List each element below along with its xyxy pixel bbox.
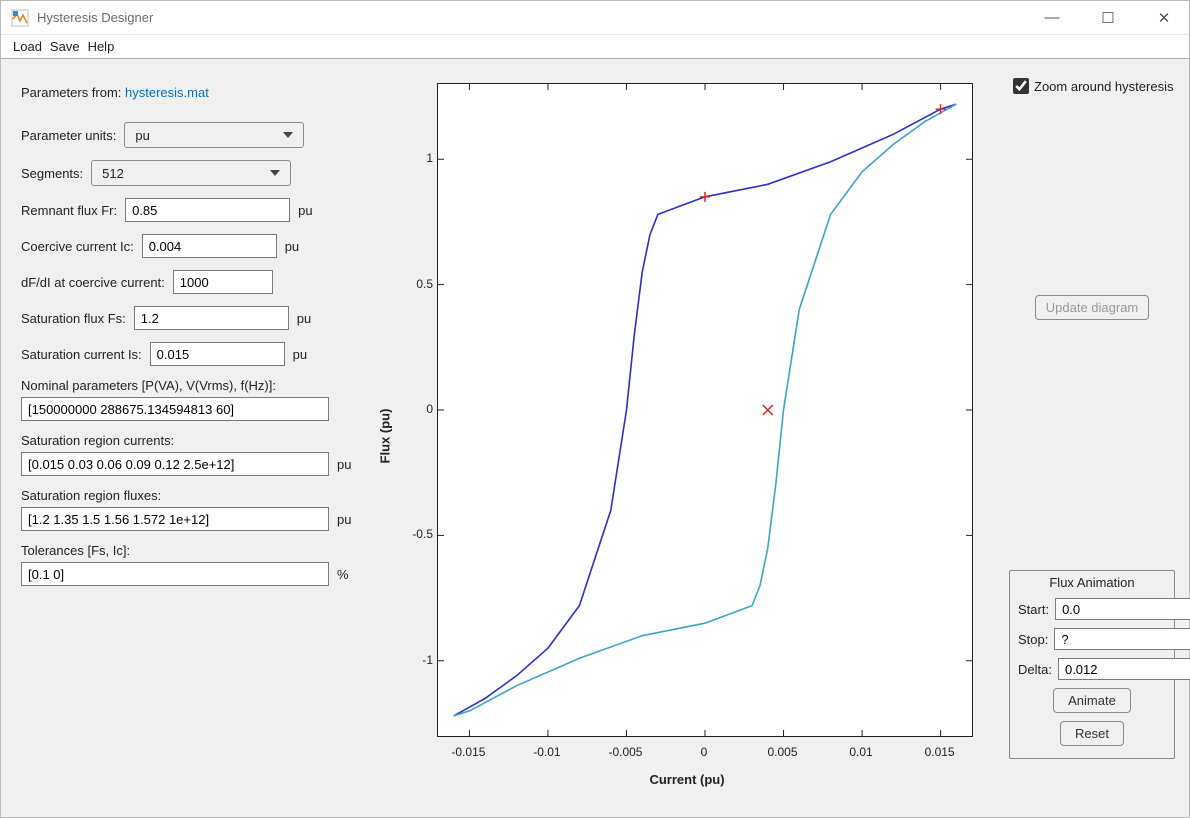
is-row: Saturation current Is: pu [21, 342, 363, 366]
fs-unit: pu [297, 311, 321, 326]
flux-animation-panel: Flux Animation Start: Stop: Delta: Anima… [1009, 570, 1175, 759]
nominal-row: Nominal parameters [P(VA), V(Vrms), f(Hz… [21, 378, 363, 421]
workarea: Parameters from: hysteresis.mat Paramete… [1, 59, 1189, 817]
window-title: Hysteresis Designer [37, 10, 1037, 25]
units-value: pu [135, 128, 149, 143]
delta-label: Delta: [1018, 662, 1052, 677]
is-label: Saturation current Is: [21, 347, 142, 362]
sat-f-unit: pu [337, 512, 361, 527]
units-select[interactable]: pu [124, 122, 304, 148]
fr-row: Remnant flux Fr: pu [21, 198, 363, 222]
y-tick: -1 [403, 653, 433, 667]
dfdi-row: dF/dI at coercive current: [21, 270, 363, 294]
menu-load[interactable]: Load [11, 39, 44, 54]
ic-unit: pu [285, 239, 309, 254]
stop-label: Stop: [1018, 632, 1048, 647]
x-tick: -0.01 [533, 745, 560, 759]
nominal-label: Nominal parameters [P(VA), V(Vrms), f(Hz… [21, 378, 363, 393]
tol-label: Tolerances [Fs, Ic]: [21, 543, 363, 558]
x-tick: 0.015 [925, 745, 955, 759]
x-tick: -0.005 [608, 745, 642, 759]
maximize-button[interactable]: ☐ [1093, 9, 1123, 27]
hysteresis-curve [438, 84, 972, 736]
y-tick: 0.5 [403, 277, 433, 291]
plot-area: Flux (pu) Current (pu) -0.015 -0.01 -0.005… [379, 73, 995, 799]
delta-input[interactable] [1058, 658, 1190, 680]
fs-input[interactable] [134, 306, 289, 330]
is-input[interactable] [150, 342, 285, 366]
x-tick: -0.015 [451, 745, 485, 759]
x-axis-label: Current (pu) [649, 772, 724, 787]
dfdi-label: dF/dI at coercive current: [21, 275, 165, 290]
menubar: Load Save Help [1, 35, 1189, 59]
sat-f-row: Saturation region fluxes: pu [21, 488, 363, 531]
start-input[interactable] [1055, 598, 1190, 620]
parameters-from-label: Parameters from: [21, 85, 125, 100]
animate-button[interactable]: Animate [1053, 688, 1131, 713]
ic-row: Coercive current Ic: pu [21, 234, 363, 258]
flux-animation-title: Flux Animation [1018, 571, 1166, 598]
is-unit: pu [293, 347, 317, 362]
parameters-panel: Parameters from: hysteresis.mat Paramete… [15, 73, 369, 799]
y-axis-label: Flux (pu) [378, 409, 393, 464]
nominal-input[interactable] [21, 397, 329, 421]
axes[interactable] [437, 83, 973, 737]
right-panel: Zoom around hysteresis Update diagram Fl… [1005, 73, 1175, 799]
ic-input[interactable] [142, 234, 277, 258]
x-tick: 0.005 [768, 745, 798, 759]
sat-i-label: Saturation region currents: [21, 433, 363, 448]
parameters-from-link[interactable]: hysteresis.mat [125, 85, 209, 100]
chevron-down-icon [283, 132, 293, 138]
y-tick: 0 [403, 402, 433, 416]
zoom-checkbox-row[interactable]: Zoom around hysteresis [1009, 75, 1175, 97]
minimize-button[interactable]: — [1037, 9, 1067, 27]
plot-panel: Flux (pu) Current (pu) -0.015 -0.01 -0.005… [379, 73, 995, 799]
tol-row: Tolerances [Fs, Ic]: % [21, 543, 363, 586]
fr-label: Remnant flux Fr: [21, 203, 117, 218]
fs-label: Saturation flux Fs: [21, 311, 126, 326]
zoom-checkbox[interactable] [1013, 78, 1029, 94]
menu-help[interactable]: Help [86, 39, 117, 54]
segments-row: Segments: 512 [21, 160, 363, 186]
sat-i-input[interactable] [21, 452, 329, 476]
units-label: Parameter units: [21, 128, 116, 143]
ic-label: Coercive current Ic: [21, 239, 134, 254]
app-icon [11, 9, 29, 27]
zoom-label: Zoom around hysteresis [1034, 79, 1173, 94]
segments-label: Segments: [21, 166, 83, 181]
segments-select[interactable]: 512 [91, 160, 291, 186]
fr-input[interactable] [125, 198, 290, 222]
stop-input[interactable] [1054, 628, 1190, 650]
window-controls: — ☐ ✕ [1037, 9, 1179, 27]
fr-unit: pu [298, 203, 322, 218]
update-diagram-button[interactable]: Update diagram [1035, 295, 1150, 320]
sat-f-label: Saturation region fluxes: [21, 488, 363, 503]
chevron-down-icon [270, 170, 280, 176]
tol-input[interactable] [21, 562, 329, 586]
dfdi-input[interactable] [173, 270, 273, 294]
units-row: Parameter units: pu [21, 122, 363, 148]
start-label: Start: [1018, 602, 1049, 617]
sat-i-row: Saturation region currents: pu [21, 433, 363, 476]
sat-i-unit: pu [337, 457, 361, 472]
x-tick: 0.01 [849, 745, 872, 759]
reset-button[interactable]: Reset [1060, 721, 1124, 746]
sat-f-input[interactable] [21, 507, 329, 531]
y-tick: -0.5 [403, 527, 433, 541]
parameters-from: Parameters from: hysteresis.mat [21, 81, 363, 110]
menu-save[interactable]: Save [48, 39, 82, 54]
tol-unit: % [337, 567, 361, 582]
app-window: Hysteresis Designer — ☐ ✕ Load Save Help… [0, 0, 1190, 818]
close-button[interactable]: ✕ [1149, 9, 1179, 27]
segments-value: 512 [102, 166, 124, 181]
fs-row: Saturation flux Fs: pu [21, 306, 363, 330]
x-tick: 0 [701, 745, 708, 759]
titlebar: Hysteresis Designer — ☐ ✕ [1, 1, 1189, 35]
y-tick: 1 [403, 151, 433, 165]
